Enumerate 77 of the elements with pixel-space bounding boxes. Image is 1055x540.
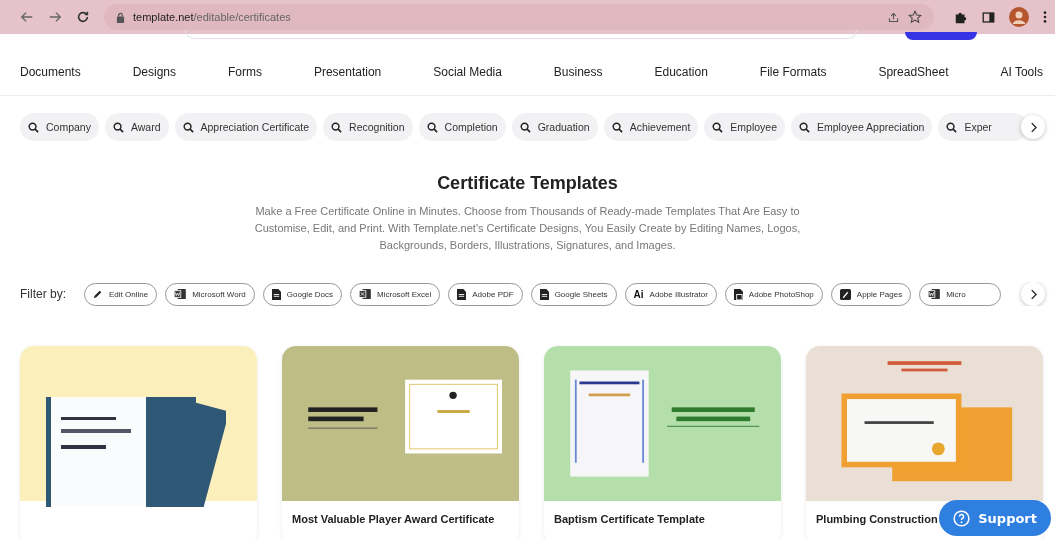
filter-label: Filter by: — [20, 287, 66, 301]
search-chip[interactable]: Recognition — [323, 113, 413, 141]
search-icon — [712, 121, 724, 133]
description-text: Make a Free Certificate Online in Minutes. Choose from Thousands of Ready-made Templates That Are Easy to Customise, Edit, and Print. With Template.net's Certificate Designs, You Easily Create by Editing Names, Logos, Backgrounds, Borders, Illustrations, Signatures, and Images. — [253, 204, 802, 253]
nav-link[interactable]: AI Tools — [1000, 64, 1043, 79]
support-button[interactable]: Support — [939, 500, 1051, 536]
search-chip[interactable]: Employee — [704, 113, 786, 141]
app-icon — [839, 288, 851, 300]
menu-icon[interactable] — [1043, 10, 1047, 24]
side-panel-icon[interactable] — [982, 10, 995, 24]
search-icon — [946, 121, 958, 133]
search-icon — [611, 121, 623, 133]
nav-link[interactable]: SpreadSheet — [878, 64, 949, 79]
filter-chip[interactable]: Microsoft Word — [165, 282, 255, 306]
nav-link[interactable]: File Formats — [759, 64, 827, 79]
search-icon — [331, 121, 343, 133]
filter-chip[interactable]: Edit Online — [84, 282, 158, 306]
search-chip[interactable]: Award — [104, 113, 169, 141]
next-button[interactable] — [1021, 115, 1045, 139]
filter-chip[interactable]: Google Sheets — [530, 282, 617, 306]
search-icon — [426, 121, 438, 133]
puzzle-icon[interactable] — [954, 10, 968, 24]
search-icon — [799, 121, 811, 133]
search-chip[interactable]: Achievement — [603, 113, 699, 141]
app-icon — [928, 289, 941, 299]
chevron-icon — [1029, 121, 1037, 133]
template-card[interactable]: Baptism Certificate Template — [544, 346, 781, 540]
app-icon — [359, 289, 372, 299]
document-icon — [539, 288, 549, 300]
filter-chip[interactable]: Micro — [919, 282, 1001, 306]
search-icon — [519, 121, 531, 133]
pencil-icon — [93, 289, 103, 299]
next-button[interactable] — [1021, 282, 1045, 306]
filter-chip[interactable]: Adobe PDF — [448, 282, 523, 306]
card-title: Baptism Certificate Template — [554, 513, 705, 525]
forward-icon[interactable] — [48, 10, 62, 24]
back-icon[interactable] — [20, 10, 34, 24]
card-title: Plumbing Construction — [816, 513, 938, 525]
card-title: Most Valuable Player Award Certificate — [292, 513, 495, 525]
lock-icon — [116, 11, 125, 23]
chevron-icon — [1029, 288, 1037, 300]
search-icon — [112, 121, 124, 133]
document-icon — [733, 288, 743, 300]
reload-icon[interactable] — [76, 10, 90, 24]
filter-chip[interactable]: Google Docs — [262, 282, 343, 306]
star-icon[interactable] — [908, 10, 922, 24]
template-card[interactable]: Most Valuable Player Award Certificate — [282, 346, 519, 540]
filter-chip[interactable]: Apple Pages — [830, 282, 912, 306]
filter-chip[interactable]: Microsoft Excel — [350, 282, 441, 306]
nav-link[interactable]: Forms — [227, 64, 262, 79]
nav-link[interactable]: Designs — [132, 64, 176, 79]
search-chip[interactable]: Completion — [418, 113, 506, 141]
header-button[interactable] — [905, 32, 977, 40]
document-icon — [457, 288, 467, 300]
app-icon — [174, 289, 187, 299]
search-chip[interactable]: Employee Appreciation — [791, 113, 933, 141]
search-chip[interactable]: Appreciation Certificate — [174, 113, 318, 141]
document-icon — [271, 288, 281, 300]
page-heading: Certificate Templates — [436, 173, 619, 194]
search-chip[interactable]: Graduation — [511, 113, 598, 141]
app-label: Ai — [633, 288, 644, 300]
address-bar[interactable]: template.net/editable/certificates — [104, 4, 934, 30]
search-chip[interactable]: Company — [20, 113, 99, 141]
filter-chip[interactable]: Adobe PhotoShop — [724, 282, 823, 306]
url-text: template.net/editable/certificates — [133, 11, 291, 23]
nav-link[interactable]: Business — [553, 64, 603, 79]
nav-link[interactable]: Education — [654, 64, 708, 79]
nav-link[interactable]: Documents — [20, 64, 81, 79]
share-icon[interactable] — [887, 10, 900, 24]
nav-link[interactable]: Presentation — [313, 64, 382, 79]
template-card[interactable] — [20, 346, 257, 540]
search-icon — [182, 121, 194, 133]
search-icon — [28, 121, 39, 133]
help-icon — [953, 509, 971, 527]
avatar-icon[interactable] — [1009, 7, 1029, 27]
nav-link[interactable]: Social Media — [433, 64, 502, 79]
filter-chip[interactable]: Ai Adobe Illustrator — [624, 282, 717, 306]
